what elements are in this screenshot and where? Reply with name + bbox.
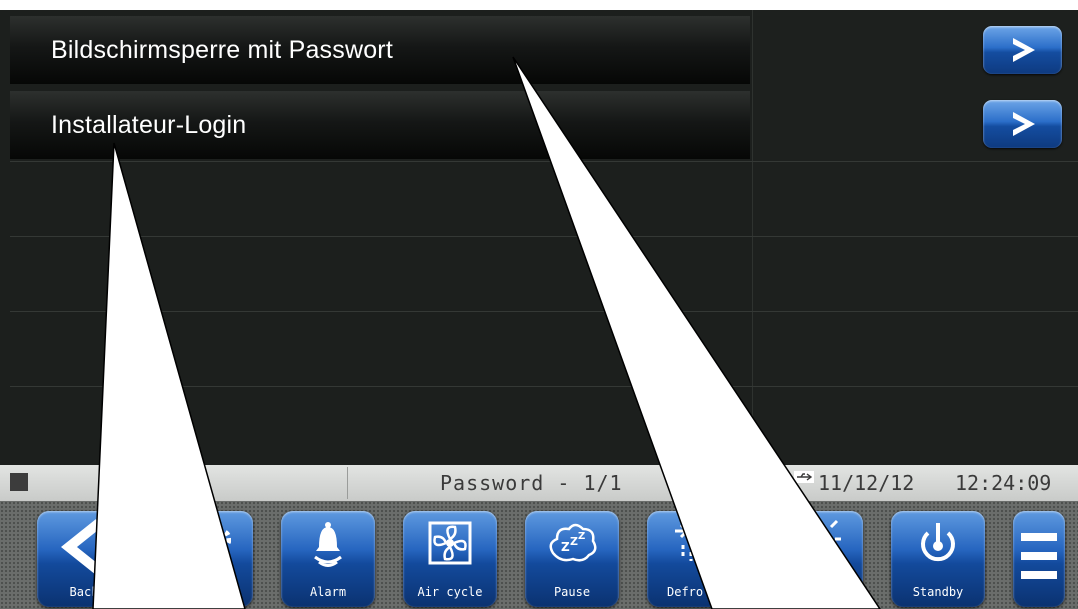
row-divider (10, 161, 1078, 162)
power-icon (921, 523, 955, 562)
page-title: Password - 1/1 (440, 471, 623, 495)
back-button-label: Back (69, 585, 99, 599)
alarm-button-label: Alarm (309, 585, 347, 599)
svg-text:Z: Z (570, 535, 578, 548)
light-button[interactable] (769, 511, 863, 607)
menu-button[interactable] (1013, 511, 1065, 607)
row-divider (10, 311, 1078, 312)
right-panel (752, 10, 1078, 465)
menu-item-screen-lock[interactable]: Bildschirmsperre mit Passwort (10, 16, 750, 84)
hamburger-menu-icon (1021, 533, 1057, 579)
gear-icon (210, 528, 231, 550)
screen: Bildschirmsperre mit Passwort Installate… (0, 0, 1078, 609)
bell-icon (314, 522, 342, 567)
menu-item-installer-login[interactable]: Installateur-Login (10, 91, 750, 159)
menu-item-label: Bildschirmsperre mit Passwort (51, 36, 393, 64)
status-time: 12:24:09 (955, 471, 1052, 495)
chevron-right-icon (1013, 38, 1035, 62)
air-cycle-button[interactable]: Air cycle (403, 511, 497, 607)
standby-button-label: Standby (912, 585, 964, 599)
settings-button[interactable]: s (159, 511, 253, 607)
row-divider (10, 236, 1078, 237)
chevron-right-icon (1013, 112, 1035, 136)
defrost-icon (675, 523, 709, 561)
svg-text:Z: Z (578, 531, 585, 542)
chevron-left-icon (60, 519, 103, 575)
menu-item-label: Installateur-Login (51, 111, 247, 139)
status-bar: Password - 1/1 11/12/12 12:24:09 (0, 465, 1078, 501)
svg-text:Z: Z (561, 540, 570, 554)
back-button[interactable]: Back (37, 511, 131, 607)
air-cycle-button-label: Air cycle (417, 585, 483, 599)
pause-button-label: Pause (553, 585, 591, 599)
alarm-button[interactable]: Alarm (281, 511, 375, 607)
top-border (0, 0, 1078, 10)
light-icon (829, 519, 841, 541)
standby-button[interactable]: Standby (891, 511, 985, 607)
installer-login-arrow-button[interactable] (983, 100, 1062, 148)
defrost-button[interactable]: Defro (647, 511, 741, 607)
bottom-toolbar: Back s Alarm Air cycle Z Z Z Pause Defro… (0, 501, 1078, 609)
screen-lock-arrow-button[interactable] (983, 26, 1062, 74)
row-divider (10, 386, 1078, 387)
status-divider (347, 467, 348, 499)
defrost-button-label: Defro (667, 585, 704, 599)
pause-button[interactable]: Z Z Z Pause (525, 511, 619, 607)
settings-button-label: s (233, 585, 241, 599)
sleep-cloud-icon: Z Z Z (549, 523, 597, 562)
usb-icon (794, 471, 814, 483)
status-indicator (10, 473, 28, 491)
fan-icon (428, 521, 472, 565)
status-date: 11/12/12 (818, 471, 915, 495)
